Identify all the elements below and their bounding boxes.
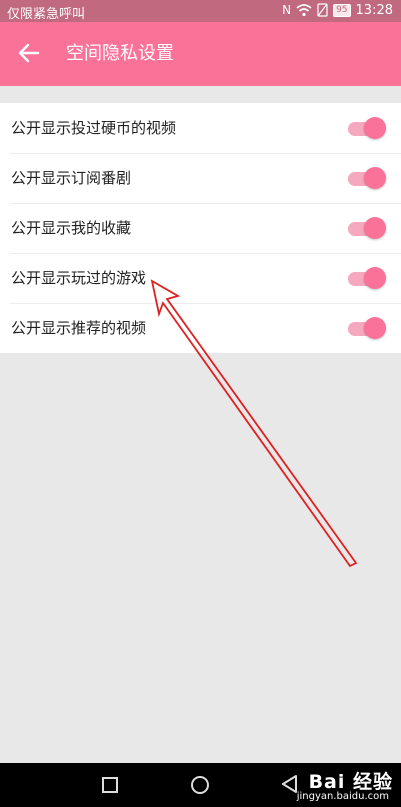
- status-time: 13:28: [355, 2, 393, 18]
- wifi-icon: [296, 4, 312, 17]
- toggle-switch[interactable]: [348, 266, 388, 290]
- carrier-text: 仅限紧急呼叫: [7, 7, 86, 22]
- row-divider: [10, 253, 401, 254]
- row-divider: [10, 153, 401, 154]
- home-circle-icon[interactable]: [191, 776, 209, 794]
- watermark-sub: jingyan.baidu.com: [296, 791, 389, 802]
- battery-icon: 95: [333, 3, 351, 17]
- setting-row-favorites[interactable]: 公开显示我的收藏: [0, 203, 401, 253]
- watermark-main: Bai 经验: [308, 771, 393, 793]
- settings-list: 公开显示投过硬币的视频 公开显示订阅番剧 公开显示我的收藏 公开显示玩过的游戏 …: [0, 103, 401, 353]
- nfc-icon: N: [282, 3, 292, 17]
- setting-label: 公开显示投过硬币的视频: [11, 119, 177, 137]
- toggle-thumb: [364, 217, 386, 239]
- setting-label: 公开显示推荐的视频: [11, 319, 147, 337]
- toggle-thumb: [364, 167, 386, 189]
- toggle-switch[interactable]: [348, 216, 388, 240]
- toggle-thumb: [364, 267, 386, 289]
- setting-row-recommended[interactable]: 公开显示推荐的视频: [0, 303, 401, 353]
- status-icons: N 95 13:28: [282, 2, 393, 18]
- setting-row-bangumi[interactable]: 公开显示订阅番剧: [0, 153, 401, 203]
- toggle-switch[interactable]: [348, 116, 388, 140]
- setting-label: 公开显示我的收藏: [11, 219, 132, 237]
- toggle-thumb: [364, 317, 386, 339]
- toggle-switch[interactable]: [348, 316, 388, 340]
- app-bar: 空间隐私设置: [0, 22, 401, 86]
- row-divider: [10, 203, 401, 204]
- setting-label: 公开显示玩过的游戏: [11, 269, 147, 287]
- setting-row-coins[interactable]: 公开显示投过硬币的视频: [0, 103, 401, 153]
- toggle-thumb: [364, 117, 386, 139]
- page-title: 空间隐私设置: [66, 43, 174, 64]
- setting-label: 公开显示订阅番剧: [11, 169, 132, 187]
- status-bar: 仅限紧急呼叫 N 95 13:28: [0, 0, 401, 22]
- toggle-switch[interactable]: [348, 166, 388, 190]
- row-divider: [10, 303, 401, 304]
- no-sim-icon: [317, 3, 328, 17]
- setting-row-games[interactable]: 公开显示玩过的游戏: [0, 253, 401, 303]
- arrow-left-icon[interactable]: [16, 40, 42, 66]
- watermark: Bai 经验 jingyan.baidu.com: [275, 762, 395, 806]
- recents-square-icon[interactable]: [102, 777, 118, 793]
